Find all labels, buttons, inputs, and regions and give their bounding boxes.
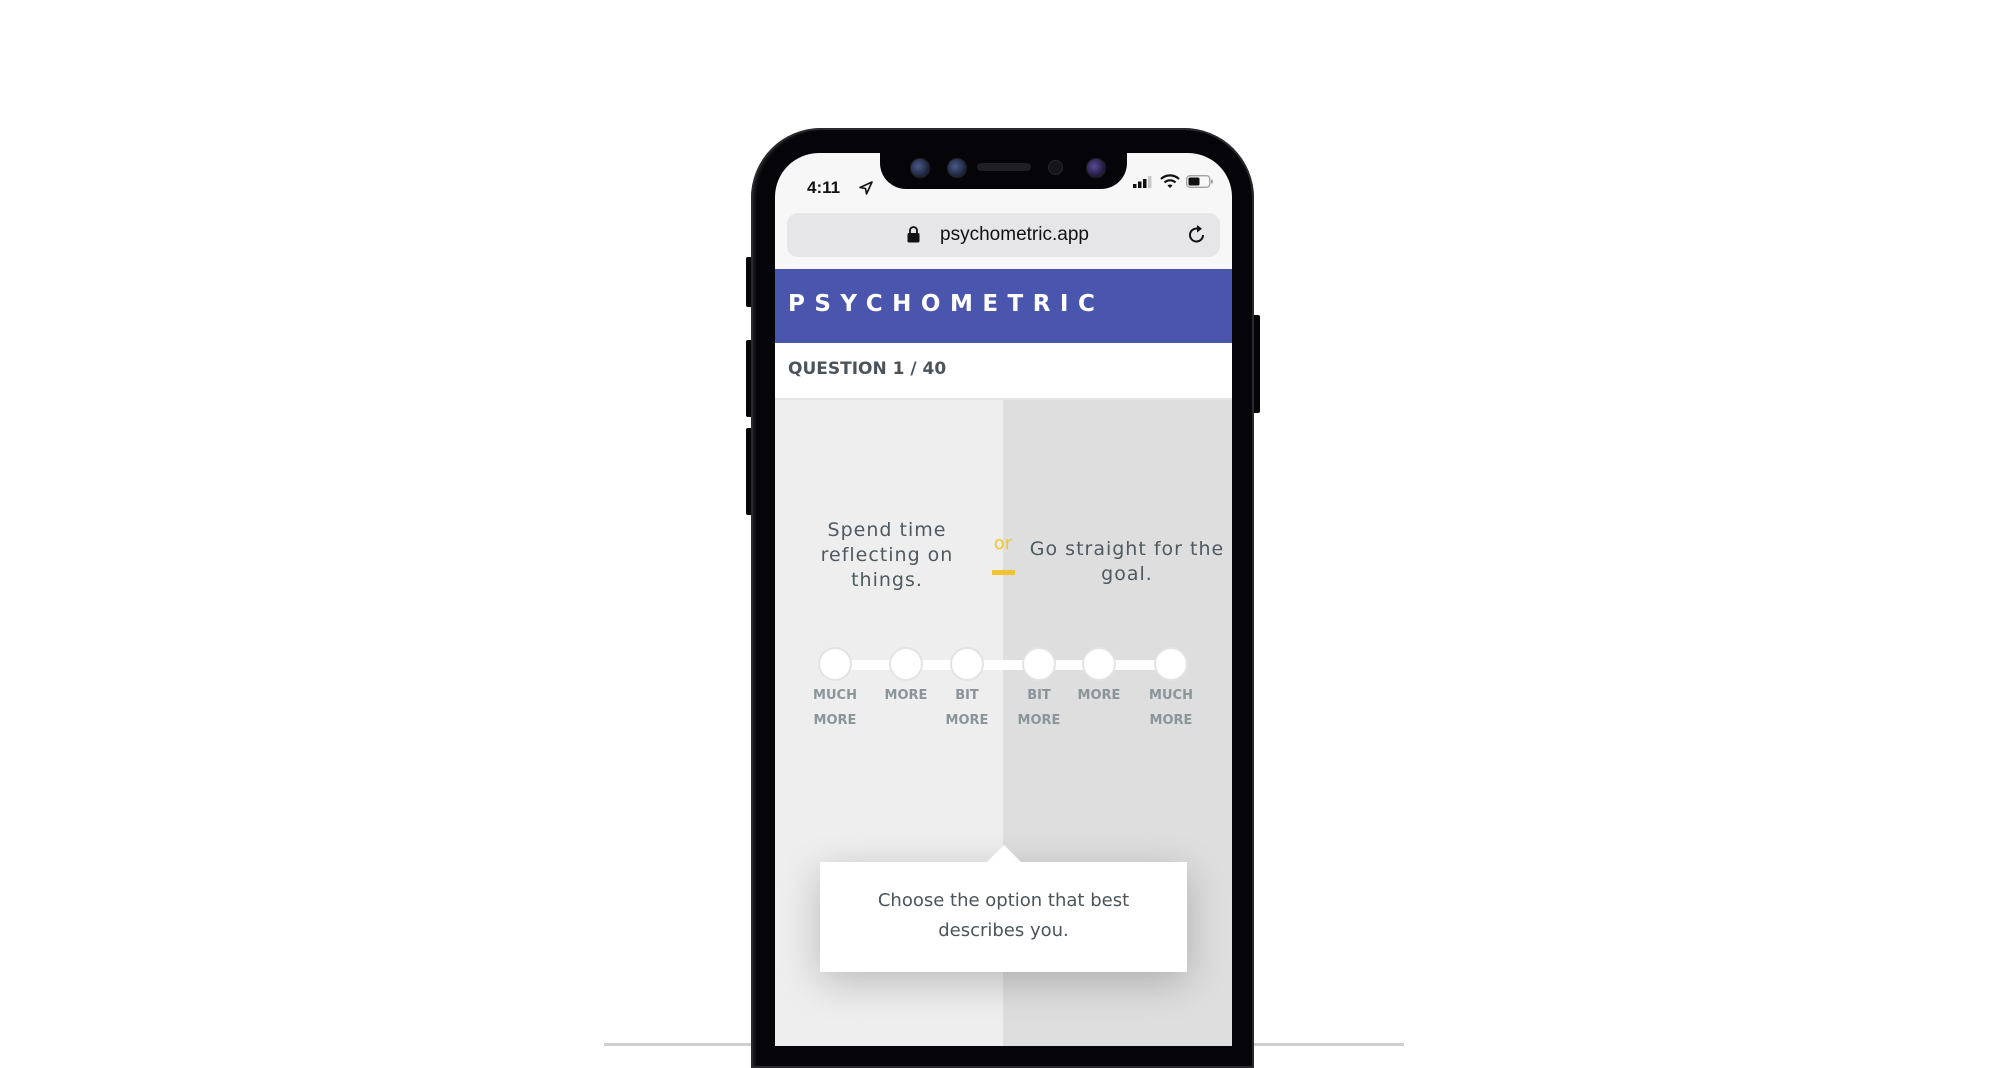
question-counter-row: QUESTION 1 / 40 [775,343,1232,400]
question-counter: QUESTION 1 / 40 [788,359,947,379]
scale-option-bit-more-a[interactable] [950,647,984,681]
scale-label-line2: MORE [813,713,857,728]
scale-label-line1: MORE [884,688,928,703]
scale-label: MUCH MORE [1136,683,1206,733]
question-panel: Spend time reflecting on things. or Go s… [775,400,1232,1046]
scale-track [835,660,1171,670]
scale-label-line1: MORE [1077,688,1121,703]
scale-label: MORE [1064,683,1134,708]
location-arrow-icon [859,181,873,195]
scale-option-bit-more-b[interactable] [1022,647,1056,681]
scale-label-line2: MORE [1017,713,1061,728]
reload-icon[interactable] [1186,224,1208,246]
battery-icon [1186,175,1213,188]
scale-label-line2: MORE [945,713,989,728]
scale-label-line1: MUCH [1149,688,1193,703]
or-underline [992,570,1015,575]
notch [880,153,1127,189]
status-time: 4:11 [807,178,841,197]
camera-icon [1086,158,1106,178]
app-header: PSYCHOMETRIC [775,269,1232,343]
scale-label: BIT MORE [932,683,1002,733]
scale-label: MUCH MORE [800,683,870,733]
url-text: psychometric.app [940,224,1089,245]
speaker-grille [977,163,1031,171]
scale-option-more-a[interactable] [889,647,923,681]
scale-option-more-b[interactable] [1082,647,1116,681]
tooltip-arrow [987,845,1021,862]
brand-logo[interactable]: PSYCHOMETRIC [788,291,1104,317]
option-a-text[interactable]: Spend time reflecting on things. [797,518,977,593]
signal-icon [1133,176,1152,188]
wifi-icon [1160,174,1180,188]
or-separator: or [993,533,1013,554]
phone-screen: 4:11 psychometric.app PSYCHOMETRIC QUEST… [775,153,1232,1046]
sensor-dot [1048,160,1063,175]
scale-label-line1: MUCH [813,688,857,703]
camera-icon [947,158,967,178]
tooltip-text: Choose the option that best describes yo… [877,890,1130,941]
scale-option-much-more-b[interactable] [1154,647,1188,681]
hint-tooltip: Choose the option that best describes yo… [820,862,1187,972]
scale-label-line1: BIT [955,688,979,703]
camera-icon [910,158,930,178]
scale-option-much-more-a[interactable] [818,647,852,681]
option-b-text[interactable]: Go straight for the goal. [1025,537,1229,587]
scale-label-line2: MORE [1149,713,1193,728]
scale-label: MORE [871,683,941,708]
address-bar[interactable]: psychometric.app [787,213,1220,257]
